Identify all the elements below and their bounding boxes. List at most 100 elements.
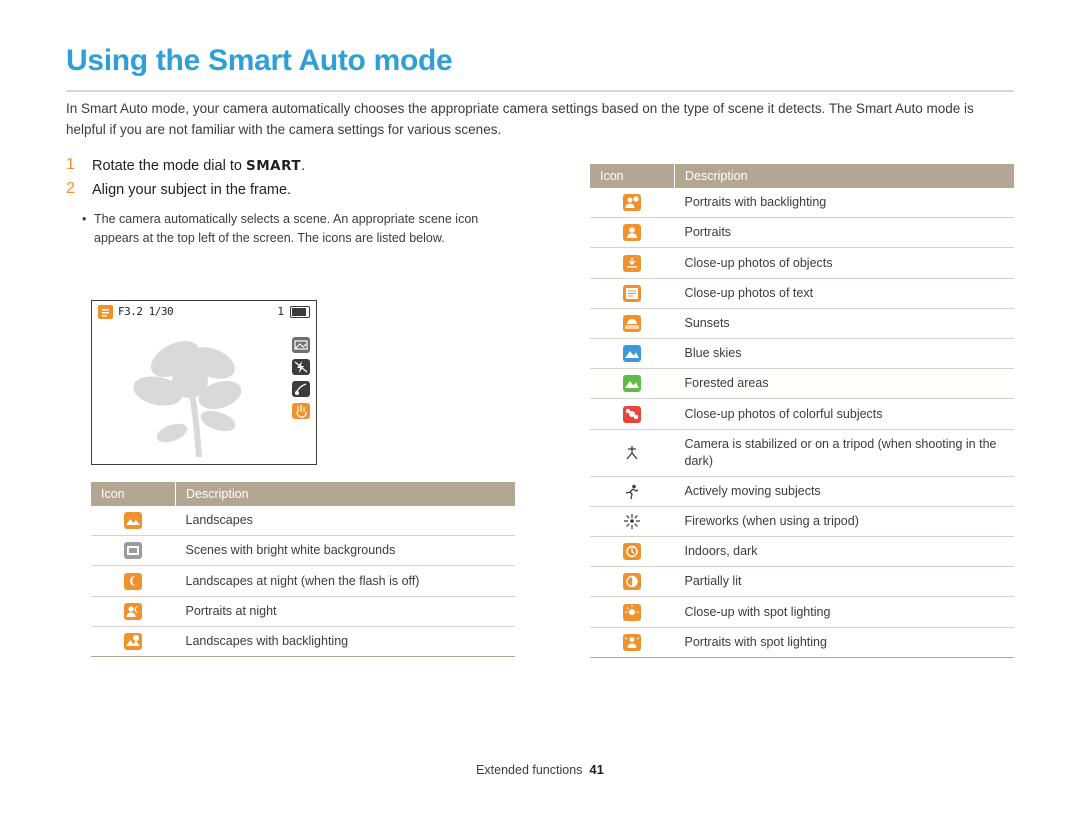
right-icon-table: Icon Description Portraits with backligh…: [590, 164, 1014, 658]
partially-lit-icon-glyph: [623, 573, 642, 591]
night-portrait-icon: [91, 596, 176, 627]
table-row: Camera is stabilized or on a tripod (whe…: [590, 429, 1014, 477]
row-description: Actively moving subjects: [674, 476, 1014, 507]
portrait-icon-glyph: [623, 224, 642, 242]
row-description: Close-up photos of colorful subjects: [674, 398, 1014, 430]
portrait-icon: [590, 217, 675, 249]
backlight-portrait-icon: [590, 188, 675, 219]
backlight-landscape-icon-glyph: [124, 633, 143, 651]
table-row: Partially lit: [590, 566, 1014, 598]
indoor-dark-icon: [590, 536, 675, 568]
table-row: Blue skies: [590, 338, 1014, 370]
macro-color-icon: [590, 398, 675, 430]
header-icon: Icon: [91, 482, 176, 506]
title-divider: [66, 90, 1014, 92]
camera-side-icons: [292, 337, 310, 425]
macro-spotlight-icon-glyph: [623, 603, 642, 621]
action-icon: [590, 476, 675, 507]
table-row: Actively moving subjects: [590, 476, 1014, 507]
backlight-portrait-icon-glyph: [623, 194, 642, 212]
table-row: Landscapes at night (when the flash is o…: [91, 565, 515, 597]
night-landscape-icon-glyph: [124, 572, 143, 590]
row-description: Indoors, dark: [674, 536, 1014, 568]
header-description: Description: [674, 164, 1014, 188]
sunset-icon-glyph: [623, 315, 642, 333]
night-portrait-icon-glyph: [124, 602, 143, 620]
row-description: Portraits with spot lighting: [674, 627, 1014, 658]
forest-icon-glyph: [623, 375, 642, 393]
camera-exposure-readout: F3.2 1/30: [118, 305, 174, 318]
night-landscape-icon: [91, 565, 176, 597]
row-description: Close-up photos of objects: [674, 247, 1014, 279]
intro-paragraph: In Smart Auto mode, your camera automati…: [66, 101, 974, 137]
row-description: Scenes with bright white backgrounds: [175, 535, 515, 567]
shutter-value: 1/30: [148, 305, 174, 318]
exposure-icon: [292, 337, 310, 353]
row-description: Sunsets: [674, 308, 1014, 340]
row-description: Landscapes: [175, 506, 515, 537]
table-row: Forested areas: [590, 368, 1014, 400]
table-row: Portraits: [590, 217, 1014, 249]
page-footer: Extended functions 41: [0, 762, 1080, 777]
camera-status-bar: F3.2 1/30 1: [92, 301, 316, 323]
bullet-dot: •: [82, 212, 87, 226]
partially-lit-icon: [590, 566, 675, 598]
aperture-value: F3.2: [118, 305, 143, 318]
bullet-text: The camera automatically selects a scene…: [94, 212, 479, 245]
table-row: Close-up photos of colorful subjects: [590, 398, 1014, 430]
fireworks-icon-glyph: [623, 513, 642, 531]
step-1: 1 Rotate the mode dial to SMART.: [66, 155, 526, 177]
macro-object-icon: [590, 247, 675, 279]
table-row: Close-up photos of objects: [590, 247, 1014, 279]
row-description: Close-up with spot lighting: [674, 596, 1014, 628]
header-description: Description: [175, 482, 515, 506]
step-1-text-after: .: [301, 158, 306, 174]
row-description: Portraits at night: [175, 596, 515, 627]
white-background-icon-glyph: [124, 542, 143, 560]
fireworks-icon: [590, 506, 675, 538]
header-icon: Icon: [590, 164, 675, 188]
table-row: Portraits with spot lighting: [590, 627, 1014, 658]
flower-illustration: [120, 329, 270, 459]
document-page: Using the Smart Auto mode In Smart Auto …: [0, 0, 1080, 815]
blue-sky-icon-glyph: [623, 345, 642, 363]
battery-icon: [290, 306, 310, 318]
row-description: Portraits: [674, 217, 1014, 249]
table-row: Portraits with backlighting: [590, 188, 1014, 219]
table-header-row: Icon Description: [590, 164, 1014, 188]
page-title: Using the Smart Auto mode: [66, 44, 453, 77]
backlight-landscape-icon: [91, 626, 176, 658]
step-2: 2 Align your subject in the frame.: [66, 179, 526, 201]
table-row: Scenes with bright white backgrounds: [91, 535, 515, 567]
table-row: Close-up with spot lighting: [590, 596, 1014, 628]
table-header-row: Icon Description: [91, 482, 515, 506]
macro-text-icon: [590, 278, 675, 309]
landscape-icon-glyph: [124, 512, 143, 530]
step-1-number: 1: [66, 156, 75, 173]
flash-off-icon: [292, 359, 310, 375]
step-2-number: 2: [66, 180, 75, 197]
row-description: Blue skies: [674, 338, 1014, 370]
macro-icon: [292, 381, 310, 397]
instructions-column: 1 Rotate the mode dial to SMART. 2 Align y…: [66, 155, 526, 247]
sunset-icon: [590, 308, 675, 340]
forest-icon: [590, 368, 675, 400]
macro-color-icon-glyph: [623, 405, 642, 423]
table-row: Sunsets: [590, 308, 1014, 340]
macro-text-icon-glyph: [623, 284, 642, 302]
row-description: Fireworks (when using a tripod): [674, 506, 1014, 538]
footer-section: Extended functions: [476, 763, 583, 777]
table-row: Close-up photos of text: [590, 278, 1014, 309]
indoor-dark-icon-glyph: [623, 543, 642, 561]
blue-sky-icon: [590, 338, 675, 370]
row-description: Portraits with backlighting: [674, 188, 1014, 219]
table-row: Landscapes with backlighting: [91, 626, 515, 658]
row-description: Landscapes at night (when the flash is o…: [175, 565, 515, 597]
tripod-icon-glyph: [623, 444, 642, 462]
portrait-spotlight-icon: [590, 627, 675, 658]
row-description: Close-up photos of text: [674, 278, 1014, 309]
step-1-text: Rotate the mode dial to: [92, 158, 246, 174]
smart-mode-badge: SMART: [245, 158, 302, 174]
table-row: Fireworks (when using a tripod): [590, 506, 1014, 538]
step-2-text: Align your subject in the frame.: [92, 182, 292, 198]
